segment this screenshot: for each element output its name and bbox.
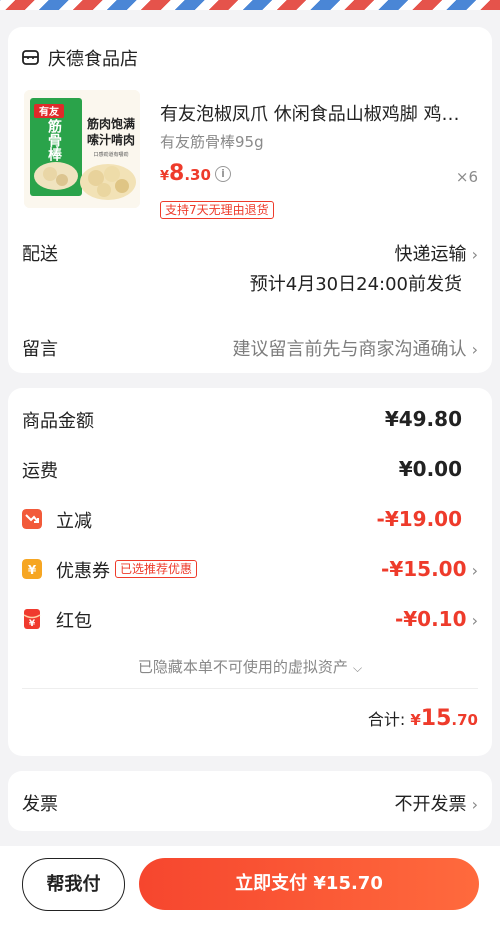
chevron-right-icon: ›	[471, 561, 478, 580]
product-quantity: ×6	[455, 168, 478, 186]
help-pay-button[interactable]: 帮我付	[22, 858, 125, 911]
price-integer: 8	[169, 161, 185, 186]
red-packet-row[interactable]: -¥0.10 ›	[395, 607, 478, 631]
price-breakdown-card: 商品金额 ¥49.80 运费 ¥0.00 立减 -¥19.00 ¥ 优惠券 已选…	[8, 388, 492, 756]
delivery-method: 快递运输	[394, 244, 467, 265]
order-total: 合计: ¥15.70	[368, 706, 478, 731]
product-price: ¥8.30	[160, 161, 211, 186]
instant-discount-label: 立减	[56, 511, 92, 532]
divider	[22, 688, 478, 689]
delivery-method-row[interactable]: 快递运输 ›	[395, 240, 479, 266]
hidden-assets-text: 已隐藏本单不可使用的虚拟资产	[137, 658, 348, 676]
shipping-value: ¥0.00	[398, 457, 462, 481]
image-slogan-2: 嗦汁啃肉	[87, 132, 135, 147]
total-currency: ¥	[410, 711, 421, 729]
red-packet-icon: ¥	[23, 609, 41, 629]
bottom-action-bar: 帮我付 立即支付 ¥15.70	[0, 846, 500, 941]
price-currency: ¥	[160, 169, 170, 184]
price-decimal: .30	[184, 166, 211, 184]
message-input[interactable]: 建议留言前先与商家沟通确认 ›	[233, 335, 479, 361]
message-placeholder: 建议留言前先与商家沟通确认	[232, 339, 467, 360]
image-slogan-1: 筋肉饱满	[86, 116, 135, 131]
red-packet-label: 红包	[56, 611, 92, 632]
chevron-right-icon: ›	[471, 245, 478, 264]
chevron-right-icon: ›	[471, 340, 478, 359]
return-policy-tag: 支持7天无理由退货	[160, 201, 274, 219]
order-card: 庆德食品店 有友 筋骨棒 筋肉饱满 嗦汁啃肉 口感劲道有嚼劲 有友泡椒凤爪 休闲…	[8, 27, 492, 373]
chevron-right-icon: ›	[471, 795, 478, 814]
info-icon[interactable]: i	[215, 166, 231, 182]
svg-text:¥: ¥	[28, 563, 37, 577]
svg-text:¥: ¥	[29, 619, 36, 629]
coupon-value: -¥15.00	[381, 557, 467, 581]
coupon-label: 优惠券	[56, 561, 110, 582]
red-packet-value: -¥0.10	[394, 607, 467, 631]
airmail-stripe	[0, 0, 500, 10]
product-thumbnail[interactable]: 有友 筋骨棒 筋肉饱满 嗦汁啃肉 口感劲道有嚼劲	[24, 90, 140, 208]
goods-amount-label: 商品金额	[22, 411, 94, 432]
goods-amount-value: ¥49.80	[384, 407, 462, 431]
shipping-label: 运费	[22, 461, 58, 482]
hidden-assets-toggle[interactable]: 已隐藏本单不可使用的虚拟资产 ⌵	[8, 656, 492, 677]
store-name[interactable]: 庆德食品店	[48, 45, 138, 71]
product-title[interactable]: 有友泡椒凤爪 休闲食品山椒鸡脚 鸡…	[160, 100, 480, 126]
total-integer: 15	[420, 706, 452, 731]
product-name-vertical: 筋骨棒	[46, 118, 62, 162]
coupon-recommended-tag: 已选推荐优惠	[115, 560, 198, 578]
image-small-text: 口感劲道有嚼劲	[93, 151, 128, 158]
store-icon	[22, 50, 39, 65]
delivery-label: 配送	[22, 244, 58, 265]
instant-discount-value: -¥19.00	[376, 507, 462, 531]
chevron-right-icon: ›	[471, 611, 478, 630]
delivery-estimate: 预计4月30日24:00前发货	[249, 274, 462, 295]
product-spec: 有友筋骨棒95g	[160, 133, 264, 151]
product-image: 有友 筋骨棒 筋肉饱满 嗦汁啃肉 口感劲道有嚼劲	[24, 90, 140, 208]
brand-logo: 有友	[39, 105, 59, 118]
invoice-label: 发票	[22, 794, 58, 815]
coupon-row[interactable]: -¥15.00 ›	[381, 557, 478, 581]
discount-arrow-icon	[22, 509, 42, 529]
message-label: 留言	[22, 339, 58, 360]
total-decimal: .70	[451, 711, 478, 729]
pay-now-button[interactable]: 立即支付 ¥15.70	[139, 858, 479, 910]
invoice-value: 不开发票	[394, 794, 467, 815]
total-label: 合计:	[367, 710, 406, 729]
chevron-down-icon: ⌵	[353, 661, 363, 675]
invoice-card[interactable]: 发票 不开发票 ›	[8, 771, 492, 831]
invoice-row[interactable]: 不开发票 ›	[395, 790, 479, 816]
coupon-icon: ¥	[22, 559, 42, 579]
